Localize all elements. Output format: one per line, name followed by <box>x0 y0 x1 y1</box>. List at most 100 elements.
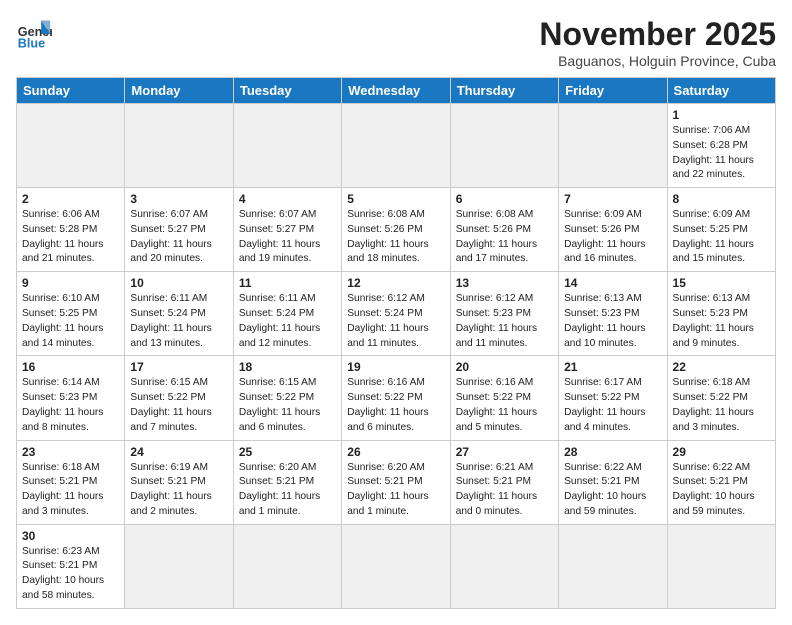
day-number: 16 <box>22 360 119 374</box>
calendar-cell: 18 Sunrise: 6:15 AMSunset: 5:22 PMDayligh… <box>233 356 341 440</box>
day-info: Sunrise: 6:16 AMSunset: 5:22 PMDaylight:… <box>456 376 553 435</box>
day-number: 11 <box>239 276 336 290</box>
calendar-cell: 16 Sunrise: 6:14 AMSunset: 5:23 PMDayligh… <box>17 356 125 440</box>
calendar-cell: 15 Sunrise: 6:13 AMSunset: 5:23 PMDayligh… <box>667 272 775 356</box>
day-info: Sunrise: 6:23 AMSunset: 5:21 PMDaylight:… <box>22 545 119 604</box>
logo-icon: General Blue <box>16 16 52 52</box>
calendar-cell <box>342 104 450 188</box>
calendar-cell: 6Sunrise: 6:08 AMSunset: 5:26 PMDaylight… <box>450 188 558 272</box>
day-info: Sunrise: 6:18 AMSunset: 5:22 PMDaylight:… <box>673 376 770 435</box>
location: Baguanos, Holguin Province, Cuba <box>539 53 776 69</box>
calendar-cell: 9 Sunrise: 6:10 AMSunset: 5:25 PMDaylight… <box>17 272 125 356</box>
day-number: 29 <box>673 445 770 459</box>
day-info: Sunrise: 6:13 AMSunset: 5:23 PMDaylight:… <box>673 292 770 351</box>
day-info: Sunrise: 6:08 AMSunset: 5:26 PMDaylight:… <box>456 208 553 267</box>
day-info: Sunrise: 6:20 AMSunset: 5:21 PMDaylight:… <box>347 461 444 520</box>
day-number: 22 <box>673 360 770 374</box>
day-number: 17 <box>130 360 227 374</box>
day-number: 4 <box>239 192 336 206</box>
calendar-week-4: 16 Sunrise: 6:14 AMSunset: 5:23 PMDayligh… <box>17 356 776 440</box>
svg-text:Blue: Blue <box>18 37 45 51</box>
calendar-cell: 26 Sunrise: 6:20 AMSunset: 5:21 PMDayligh… <box>342 440 450 524</box>
day-info: Sunrise: 6:18 AMSunset: 5:21 PMDaylight:… <box>22 461 119 520</box>
weekday-header-tuesday: Tuesday <box>233 78 341 104</box>
day-info: Sunrise: 6:11 AMSunset: 5:24 PMDaylight:… <box>130 292 227 351</box>
day-info: Sunrise: 6:09 AMSunset: 5:26 PMDaylight:… <box>564 208 661 267</box>
calendar-cell: 20 Sunrise: 6:16 AMSunset: 5:22 PMDayligh… <box>450 356 558 440</box>
calendar-week-3: 9 Sunrise: 6:10 AMSunset: 5:25 PMDaylight… <box>17 272 776 356</box>
day-number: 7 <box>564 192 661 206</box>
logo: General Blue <box>16 16 52 52</box>
calendar-cell: 10 Sunrise: 6:11 AMSunset: 5:24 PMDayligh… <box>125 272 233 356</box>
day-number: 15 <box>673 276 770 290</box>
month-title: November 2025 <box>539 16 776 53</box>
day-number: 18 <box>239 360 336 374</box>
day-info: Sunrise: 6:17 AMSunset: 5:22 PMDaylight:… <box>564 376 661 435</box>
day-number: 20 <box>456 360 553 374</box>
day-info: Sunrise: 6:22 AMSunset: 5:21 PMDaylight:… <box>564 461 661 520</box>
weekday-header-monday: Monday <box>125 78 233 104</box>
calendar-cell: 19Sunrise: 6:16 AMSunset: 5:22 PMDayligh… <box>342 356 450 440</box>
day-info: Sunrise: 6:15 AMSunset: 5:22 PMDaylight:… <box>130 376 227 435</box>
day-number: 8 <box>673 192 770 206</box>
calendar-cell: 14 Sunrise: 6:13 AMSunset: 5:23 PMDayligh… <box>559 272 667 356</box>
calendar-cell: 12Sunrise: 6:12 AMSunset: 5:24 PMDayligh… <box>342 272 450 356</box>
calendar-week-1: 1 Sunrise: 7:06 AMSunset: 6:28 PMDaylight… <box>17 104 776 188</box>
calendar-cell <box>667 524 775 608</box>
calendar-cell: 2 Sunrise: 6:06 AMSunset: 5:28 PMDaylight… <box>17 188 125 272</box>
page-header: General Blue November 2025 Baguanos, Hol… <box>16 16 776 69</box>
day-number: 24 <box>130 445 227 459</box>
calendar-week-5: 23Sunrise: 6:18 AMSunset: 5:21 PMDayligh… <box>17 440 776 524</box>
day-number: 3 <box>130 192 227 206</box>
day-number: 27 <box>456 445 553 459</box>
calendar-cell: 27 Sunrise: 6:21 AMSunset: 5:21 PMDayligh… <box>450 440 558 524</box>
day-info: Sunrise: 6:12 AMSunset: 5:24 PMDaylight:… <box>347 292 444 351</box>
day-number: 14 <box>564 276 661 290</box>
day-number: 30 <box>22 529 119 543</box>
calendar-cell <box>559 524 667 608</box>
weekday-header-wednesday: Wednesday <box>342 78 450 104</box>
calendar-cell: 5 Sunrise: 6:08 AMSunset: 5:26 PMDaylight… <box>342 188 450 272</box>
calendar-header-row: SundayMondayTuesdayWednesdayThursdayFrid… <box>17 78 776 104</box>
calendar-cell: 24 Sunrise: 6:19 AMSunset: 5:21 PMDayligh… <box>125 440 233 524</box>
calendar-cell: 22 Sunrise: 6:18 AMSunset: 5:22 PMDayligh… <box>667 356 775 440</box>
calendar-cell <box>17 104 125 188</box>
weekday-header-saturday: Saturday <box>667 78 775 104</box>
day-info: Sunrise: 6:10 AMSunset: 5:25 PMDaylight:… <box>22 292 119 351</box>
weekday-header-thursday: Thursday <box>450 78 558 104</box>
day-number: 2 <box>22 192 119 206</box>
day-info: Sunrise: 6:19 AMSunset: 5:21 PMDaylight:… <box>130 461 227 520</box>
calendar-cell: 8 Sunrise: 6:09 AMSunset: 5:25 PMDaylight… <box>667 188 775 272</box>
calendar-cell <box>450 524 558 608</box>
calendar-cell <box>125 104 233 188</box>
day-info: Sunrise: 6:14 AMSunset: 5:23 PMDaylight:… <box>22 376 119 435</box>
calendar-week-6: 30 Sunrise: 6:23 AMSunset: 5:21 PMDayligh… <box>17 524 776 608</box>
day-info: Sunrise: 6:12 AMSunset: 5:23 PMDaylight:… <box>456 292 553 351</box>
calendar-cell <box>342 524 450 608</box>
calendar-cell: 13Sunrise: 6:12 AMSunset: 5:23 PMDayligh… <box>450 272 558 356</box>
day-number: 25 <box>239 445 336 459</box>
day-info: Sunrise: 6:15 AMSunset: 5:22 PMDaylight:… <box>239 376 336 435</box>
calendar-cell: 30 Sunrise: 6:23 AMSunset: 5:21 PMDayligh… <box>17 524 125 608</box>
day-number: 9 <box>22 276 119 290</box>
day-number: 26 <box>347 445 444 459</box>
day-info: Sunrise: 6:08 AMSunset: 5:26 PMDaylight:… <box>347 208 444 267</box>
calendar-cell <box>125 524 233 608</box>
day-info: Sunrise: 6:13 AMSunset: 5:23 PMDaylight:… <box>564 292 661 351</box>
calendar-cell: 4Sunrise: 6:07 AMSunset: 5:27 PMDaylight… <box>233 188 341 272</box>
day-info: Sunrise: 6:16 AMSunset: 5:22 PMDaylight:… <box>347 376 444 435</box>
day-info: Sunrise: 6:09 AMSunset: 5:25 PMDaylight:… <box>673 208 770 267</box>
day-info: Sunrise: 6:21 AMSunset: 5:21 PMDaylight:… <box>456 461 553 520</box>
weekday-header-friday: Friday <box>559 78 667 104</box>
day-info: Sunrise: 6:06 AMSunset: 5:28 PMDaylight:… <box>22 208 119 267</box>
day-info: Sunrise: 7:06 AMSunset: 6:28 PMDaylight:… <box>673 124 770 183</box>
day-number: 21 <box>564 360 661 374</box>
day-number: 1 <box>673 108 770 122</box>
day-info: Sunrise: 6:11 AMSunset: 5:24 PMDaylight:… <box>239 292 336 351</box>
calendar-cell: 25 Sunrise: 6:20 AMSunset: 5:21 PMDayligh… <box>233 440 341 524</box>
day-info: Sunrise: 6:20 AMSunset: 5:21 PMDaylight:… <box>239 461 336 520</box>
day-number: 10 <box>130 276 227 290</box>
day-number: 5 <box>347 192 444 206</box>
day-info: Sunrise: 6:07 AMSunset: 5:27 PMDaylight:… <box>130 208 227 267</box>
calendar-cell <box>559 104 667 188</box>
